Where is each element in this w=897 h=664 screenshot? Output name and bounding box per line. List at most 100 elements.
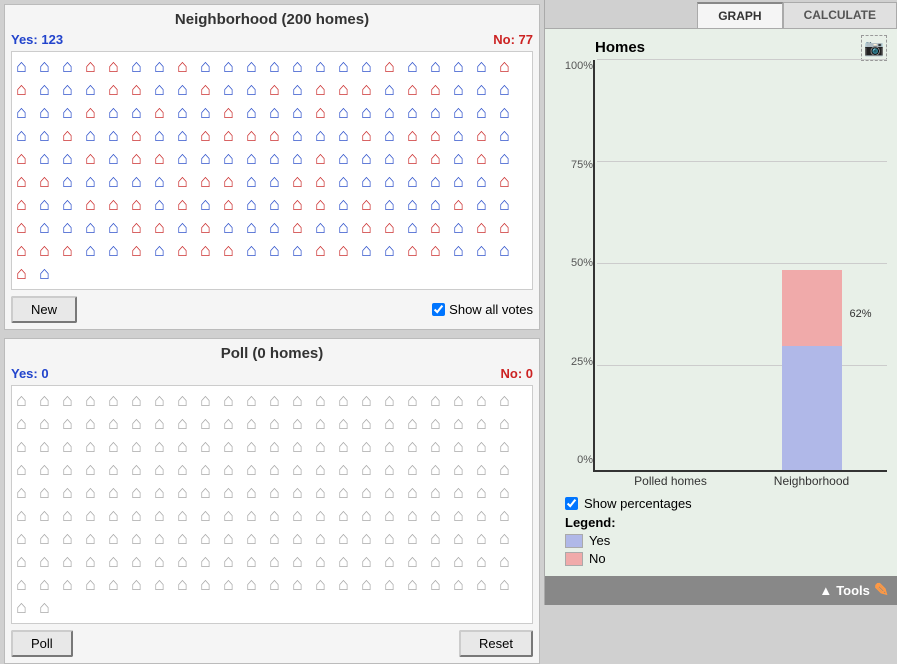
home-icon: ⌂ xyxy=(154,413,176,435)
home-icon: ⌂ xyxy=(407,413,429,435)
home-icon: ⌂ xyxy=(430,459,452,481)
home-icon: ⌂ xyxy=(269,551,291,573)
home-icon: ⌂ xyxy=(476,217,498,239)
home-icon: ⌂ xyxy=(200,56,222,78)
tab-graph[interactable]: GRAPH xyxy=(697,2,782,28)
y-label-0: 0% xyxy=(555,454,593,466)
home-icon: ⌂ xyxy=(154,79,176,101)
home-icon: ⌂ xyxy=(338,505,360,527)
home-icon: ⌂ xyxy=(361,171,383,193)
tools-label[interactable]: Tools xyxy=(836,583,870,598)
home-icon: ⌂ xyxy=(131,413,153,435)
home-icon: ⌂ xyxy=(430,194,452,216)
home-icon: ⌂ xyxy=(85,194,107,216)
home-icon: ⌂ xyxy=(361,79,383,101)
tools-triangle-icon: ▲ xyxy=(819,583,832,598)
home-icon: ⌂ xyxy=(292,102,314,124)
neighborhood-homes-grid: ⌂⌂⌂⌂⌂⌂⌂⌂⌂⌂⌂⌂⌂⌂⌂⌂⌂⌂⌂⌂⌂⌂⌂⌂⌂⌂⌂⌂⌂⌂⌂⌂⌂⌂⌂⌂⌂⌂⌂⌂… xyxy=(11,51,533,290)
home-icon: ⌂ xyxy=(453,56,475,78)
home-icon: ⌂ xyxy=(499,436,521,458)
home-icon: ⌂ xyxy=(108,574,130,596)
show-all-votes-checkbox[interactable] xyxy=(432,303,445,316)
home-icon: ⌂ xyxy=(16,102,38,124)
home-icon: ⌂ xyxy=(361,528,383,550)
home-icon: ⌂ xyxy=(338,125,360,147)
home-icon: ⌂ xyxy=(108,528,130,550)
x-label-neighborhood: Neighborhood xyxy=(756,474,867,488)
home-icon: ⌂ xyxy=(430,390,452,412)
home-icon: ⌂ xyxy=(108,56,130,78)
home-icon: ⌂ xyxy=(177,505,199,527)
home-icon: ⌂ xyxy=(39,413,61,435)
home-icon: ⌂ xyxy=(338,390,360,412)
reset-button[interactable]: Reset xyxy=(459,630,533,657)
home-icon: ⌂ xyxy=(246,505,268,527)
home-icon: ⌂ xyxy=(246,482,268,504)
home-icon: ⌂ xyxy=(338,102,360,124)
home-icon: ⌂ xyxy=(85,574,107,596)
home-icon: ⌂ xyxy=(62,194,84,216)
home-icon: ⌂ xyxy=(499,390,521,412)
home-icon: ⌂ xyxy=(200,102,222,124)
home-icon: ⌂ xyxy=(223,240,245,262)
home-icon: ⌂ xyxy=(223,125,245,147)
home-icon: ⌂ xyxy=(292,528,314,550)
home-icon: ⌂ xyxy=(62,79,84,101)
home-icon: ⌂ xyxy=(85,240,107,262)
home-icon: ⌂ xyxy=(108,171,130,193)
home-icon: ⌂ xyxy=(453,436,475,458)
home-icon: ⌂ xyxy=(39,436,61,458)
home-icon: ⌂ xyxy=(177,194,199,216)
home-icon: ⌂ xyxy=(315,148,337,170)
home-icon: ⌂ xyxy=(407,171,429,193)
home-icon: ⌂ xyxy=(384,413,406,435)
home-icon: ⌂ xyxy=(223,459,245,481)
neighborhood-yes-count: Yes: 123 xyxy=(11,32,63,47)
home-icon: ⌂ xyxy=(269,240,291,262)
show-all-votes-label[interactable]: Show all votes xyxy=(432,302,533,317)
show-percentages-label: Show percentages xyxy=(584,496,692,511)
neighborhood-title: Neighborhood (200 homes) xyxy=(11,11,533,28)
neighborhood-no-count: No: 77 xyxy=(493,32,533,47)
new-button[interactable]: New xyxy=(11,296,77,323)
tab-calculate[interactable]: CALCULATE xyxy=(783,2,897,28)
show-percentages-checkbox[interactable] xyxy=(565,497,578,510)
home-icon: ⌂ xyxy=(338,482,360,504)
home-icon: ⌂ xyxy=(223,436,245,458)
legend-no-label: No xyxy=(589,551,606,566)
home-icon: ⌂ xyxy=(384,390,406,412)
home-icon: ⌂ xyxy=(292,482,314,504)
home-icon: ⌂ xyxy=(315,125,337,147)
home-icon: ⌂ xyxy=(62,574,84,596)
home-icon: ⌂ xyxy=(384,528,406,550)
home-icon: ⌂ xyxy=(177,459,199,481)
poll-button[interactable]: Poll xyxy=(11,630,73,657)
home-icon: ⌂ xyxy=(246,551,268,573)
home-icon: ⌂ xyxy=(476,505,498,527)
home-icon: ⌂ xyxy=(315,413,337,435)
home-icon: ⌂ xyxy=(108,459,130,481)
home-icon: ⌂ xyxy=(177,551,199,573)
home-icon: ⌂ xyxy=(499,505,521,527)
home-icon: ⌂ xyxy=(200,413,222,435)
home-icon: ⌂ xyxy=(315,171,337,193)
y-label-100: 100% xyxy=(555,60,593,72)
home-icon: ⌂ xyxy=(177,102,199,124)
home-icon: ⌂ xyxy=(154,551,176,573)
home-icon: ⌂ xyxy=(453,125,475,147)
home-icon: ⌂ xyxy=(39,597,61,619)
home-icon: ⌂ xyxy=(39,56,61,78)
home-icon: ⌂ xyxy=(246,240,268,262)
home-icon: ⌂ xyxy=(499,102,521,124)
home-icon: ⌂ xyxy=(16,148,38,170)
home-icon: ⌂ xyxy=(430,56,452,78)
home-icon: ⌂ xyxy=(39,194,61,216)
home-icon: ⌂ xyxy=(39,125,61,147)
home-icon: ⌂ xyxy=(154,574,176,596)
home-icon: ⌂ xyxy=(154,459,176,481)
home-icon: ⌂ xyxy=(292,79,314,101)
home-icon: ⌂ xyxy=(200,482,222,504)
home-icon: ⌂ xyxy=(453,102,475,124)
right-panel: GRAPH CALCULATE 📷 Homes 0% 25% 50% 75% 1… xyxy=(545,0,897,605)
camera-icon[interactable]: 📷 xyxy=(861,35,887,61)
